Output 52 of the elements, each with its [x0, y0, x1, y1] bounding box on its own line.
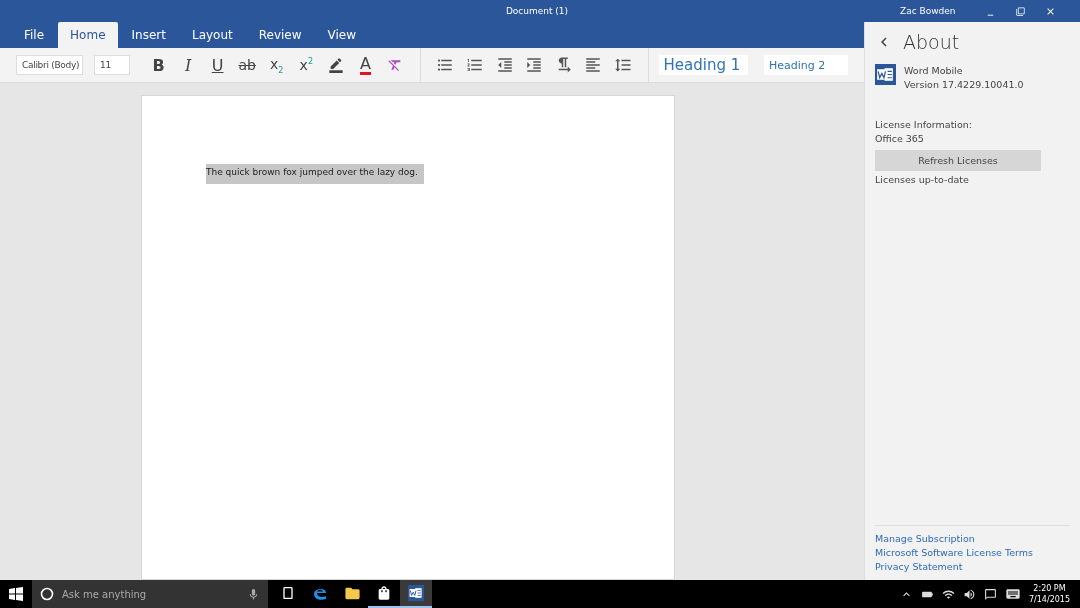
- license-value: Office 365: [875, 132, 925, 146]
- ribbon-tab[interactable]: File: [12, 22, 57, 48]
- panel-title: About: [903, 31, 960, 53]
- search-field[interactable]: Ask me anything: [32, 580, 268, 608]
- panel-link[interactable]: Microsoft Software License Terms: [875, 546, 1070, 560]
- italic-button[interactable]: I: [173, 51, 203, 79]
- panel-link[interactable]: Manage Subscription: [875, 532, 1070, 546]
- word-icon: [408, 585, 424, 601]
- font-color-button[interactable]: A: [350, 51, 381, 79]
- style-preset[interactable]: Heading 1: [658, 55, 748, 75]
- microphone-icon[interactable]: [247, 587, 260, 601]
- store-icon: [376, 585, 392, 601]
- app-version: Version 17.4229.10041.0: [904, 78, 1024, 92]
- panel-link[interactable]: Privacy Statement: [875, 560, 1070, 574]
- line-spacing-icon: [613, 56, 632, 74]
- user-name: Zac Bowden: [900, 6, 956, 16]
- subscript-button[interactable]: x$_{2}$: [261, 51, 292, 79]
- style-preset[interactable]: Heading 2: [764, 55, 848, 75]
- ribbon-tab[interactable]: Review: [246, 22, 314, 48]
- document-text: The quick brown fox jumped over the lazy dog.: [206, 164, 424, 184]
- window-title: Document (1): [504, 6, 570, 16]
- clear-format-icon: [387, 57, 403, 73]
- word-icon: [875, 64, 896, 85]
- strikethrough-button[interactable]: ab: [232, 51, 262, 79]
- volume-icon[interactable]: [962, 587, 976, 601]
- circle-icon: [40, 587, 54, 601]
- ribbon-tab[interactable]: View: [315, 22, 369, 48]
- start-icon[interactable]: [9, 587, 23, 601]
- task-view-icon: [280, 585, 296, 601]
- ribbon-tab[interactable]: Layout: [179, 22, 245, 48]
- refresh-licenses-button[interactable]: Refresh Licenses: [875, 150, 1041, 171]
- bold-button[interactable]: B: [143, 51, 174, 79]
- notification-icon[interactable]: [983, 587, 997, 601]
- increase-indent-icon: [525, 56, 544, 74]
- ribbon-tab[interactable]: Insert: [119, 22, 178, 48]
- keyboard-icon[interactable]: [1004, 586, 1021, 602]
- font-name-field[interactable]: Calibri (Body): [16, 55, 84, 75]
- wifi-icon[interactable]: [941, 587, 955, 601]
- ribbon-tab[interactable]: Home: [58, 22, 118, 48]
- highlighter-icon: [327, 57, 344, 73]
- restore-icon[interactable]: [1016, 6, 1025, 16]
- align-left-icon: [584, 56, 603, 74]
- taskbar-app[interactable]: [400, 580, 432, 608]
- font-size-field[interactable]: 11: [94, 55, 130, 75]
- clock[interactable]: 2:20 PM 7/14/2015: [1028, 583, 1070, 605]
- app-name: Word Mobile: [904, 64, 964, 78]
- underline-button[interactable]: U: [202, 51, 233, 79]
- license-label: License Information:: [875, 118, 974, 132]
- superscript-button[interactable]: x$^{2}$: [291, 51, 322, 79]
- decrease-indent-icon: [495, 56, 514, 74]
- license-status: Licenses up-to-date: [875, 173, 970, 187]
- numbered-list-icon: [466, 56, 485, 74]
